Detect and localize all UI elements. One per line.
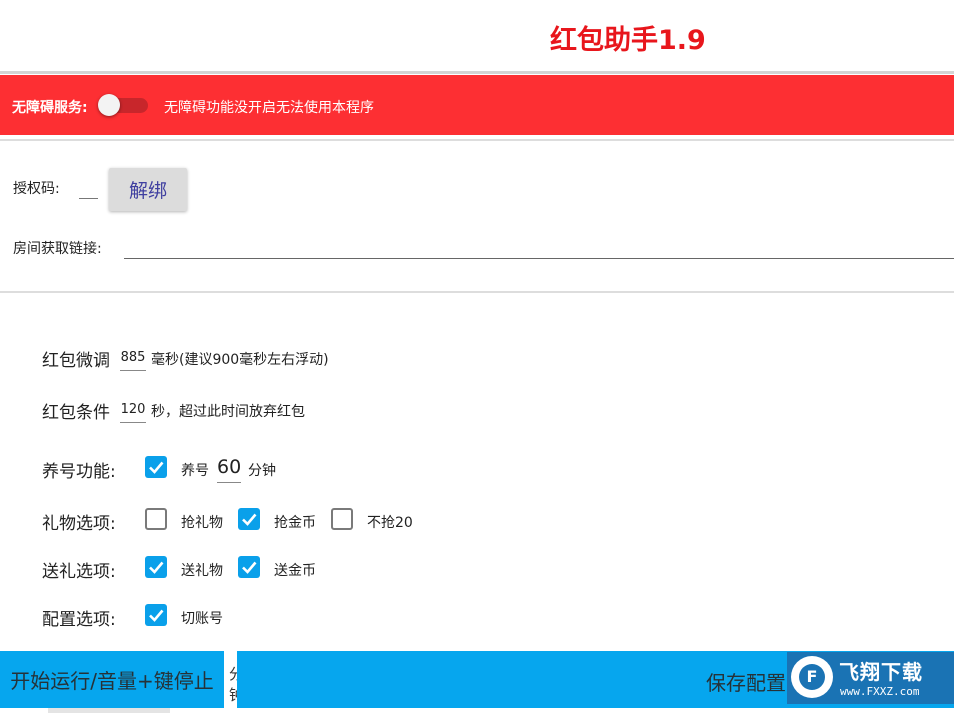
nurture-checkbox-label: 养号 <box>181 463 209 479</box>
check-icon <box>149 609 164 622</box>
condition-suffix: 秒，超过此时间放弃红包 <box>151 404 305 420</box>
condition-label: 红包条件 <box>42 403 110 423</box>
condition-input[interactable]: 120 <box>120 402 146 417</box>
check-icon <box>149 561 164 574</box>
nurture-underline <box>217 482 241 483</box>
auth-code-underline <box>79 198 98 199</box>
title-divider <box>0 71 954 74</box>
send-option-label: 送金币 <box>274 563 316 579</box>
send-option-coin[interactable] <box>238 556 260 578</box>
save-config-label: 保存配置 <box>706 671 786 695</box>
gift-option-skip-20[interactable] <box>331 508 353 530</box>
send-option-gift[interactable] <box>145 556 167 578</box>
start-button[interactable]: 开始运行/音量+键停止 <box>0 651 224 708</box>
fxxz-logo-icon: F <box>791 656 833 698</box>
gift-label: 礼物选项: <box>42 514 116 534</box>
unbind-button[interactable]: 解绑 <box>109 168 187 211</box>
hidden-button-edge <box>48 708 170 713</box>
fine-tune-underline <box>120 370 146 371</box>
send-option-label: 送礼物 <box>181 563 223 579</box>
gift-option-label: 不抢20 <box>367 515 413 531</box>
check-icon <box>242 561 257 574</box>
gift-option-label: 抢礼物 <box>181 515 223 531</box>
room-link-underline <box>124 258 954 259</box>
app-title: 红包助手1.9 <box>550 25 706 56</box>
logo-mark: F <box>799 664 825 690</box>
config-option-switch-account[interactable] <box>145 604 167 626</box>
room-link-input[interactable] <box>124 238 954 257</box>
gift-option-grab-gift[interactable] <box>145 508 167 530</box>
watermark-logo: F 飞翔下载 www.FXXZ.com <box>787 652 954 704</box>
nurture-checkbox[interactable] <box>145 456 167 478</box>
nurture-minutes-input[interactable]: 60 <box>217 456 241 478</box>
condition-underline <box>120 422 146 423</box>
config-label: 配置选项: <box>42 610 116 630</box>
accessibility-toggle[interactable] <box>98 94 148 116</box>
auth-code-input[interactable] <box>79 181 98 198</box>
hidden-row-text: 分钟 <box>229 665 237 704</box>
gift-option-label: 抢金币 <box>274 515 316 531</box>
fine-tune-suffix: 毫秒(建议900毫秒左右浮动) <box>151 352 329 368</box>
divider <box>0 291 954 293</box>
fine-tune-label: 红包微调 <box>42 351 110 371</box>
fine-tune-input[interactable]: 885 <box>120 350 146 365</box>
toggle-thumb <box>98 94 120 116</box>
auth-code-label: 授权码: <box>13 181 60 197</box>
gift-option-grab-coin[interactable] <box>238 508 260 530</box>
check-icon <box>242 513 257 526</box>
watermark-brand: 飞翔下载 <box>839 660 923 684</box>
room-link-label: 房间获取链接: <box>13 241 102 257</box>
send-label: 送礼选项: <box>42 562 116 582</box>
nurture-suffix: 分钟 <box>248 463 276 479</box>
check-icon <box>149 461 164 474</box>
watermark-url: www.FXXZ.com <box>840 685 920 698</box>
accessibility-banner: 无障碍服务: 无障碍功能没开启无法使用本程序 <box>0 75 954 135</box>
config-option-label: 切账号 <box>181 611 223 627</box>
accessibility-label: 无障碍服务: <box>12 100 88 116</box>
nurture-label: 养号功能: <box>42 462 116 482</box>
divider <box>0 139 954 141</box>
accessibility-message: 无障碍功能没开启无法使用本程序 <box>164 100 374 116</box>
